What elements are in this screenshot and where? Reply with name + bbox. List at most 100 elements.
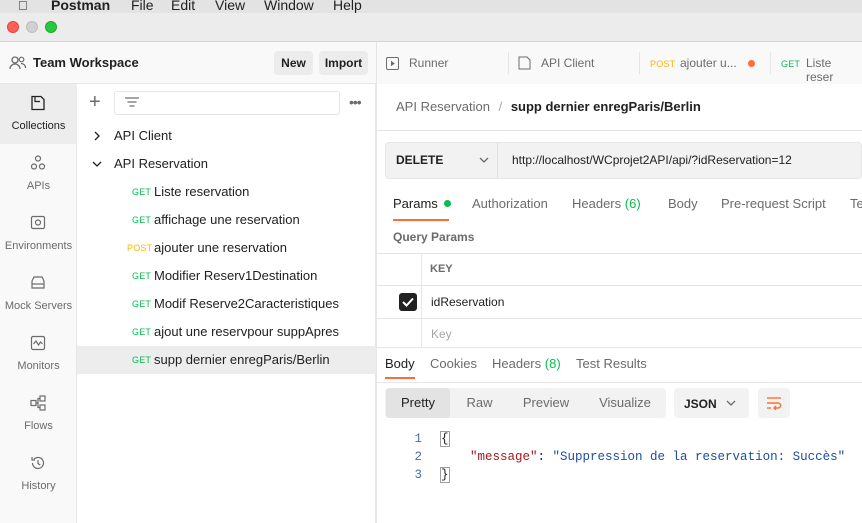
tab-liste[interactable]: GET Liste reser [771,42,862,84]
apple-icon[interactable]:  [18,0,28,12]
menu-view[interactable]: View [215,0,245,12]
menu-window[interactable]: Window [264,0,314,12]
query-params-title: Query Params [393,230,475,244]
request-item[interactable]: GET Modifier Reserv1Destination [77,262,376,290]
rail-label: Mock Servers [4,300,73,312]
response-tab-test-results[interactable]: Test Results [576,356,647,371]
collection-api-client[interactable]: API Client [77,122,376,150]
param-key-cell[interactable]: idReservation [431,295,504,309]
new-param-key-input[interactable]: Key [431,327,452,341]
json-open-brace: { [440,431,450,447]
request-item[interactable]: GET affichage une reservation [77,206,376,234]
menu-app-name[interactable]: Postman [51,0,110,12]
method-select[interactable]: DELETE [386,143,498,178]
menu-edit[interactable]: Edit [171,0,195,12]
menu-help[interactable]: Help [333,0,362,12]
runner-icon [386,57,399,70]
tab-authorization[interactable]: Authorization [472,196,548,211]
rail-history[interactable]: History [0,444,77,504]
zoom-window-button[interactable] [45,21,57,33]
more-options-icon[interactable]: ••• [349,94,362,110]
workspace-name[interactable]: Team Workspace [33,55,139,70]
rail-collections[interactable]: Collections [0,84,77,144]
rail-label: APIs [26,180,51,192]
chevron-down-icon [479,157,489,163]
request-method: GET [132,355,152,365]
tab-runner[interactable]: Runner [377,42,508,84]
new-button[interactable]: New [274,51,313,75]
tab-params[interactable]: Params [393,196,451,211]
team-icon [9,56,27,70]
rail-monitors[interactable]: Monitors [0,324,77,384]
breadcrumb-collection[interactable]: API Reservation [396,99,490,114]
wrap-lines-icon [767,397,782,410]
param-enabled-checkbox[interactable] [399,293,417,311]
tab-params-underline [393,219,449,221]
format-value: JSON [684,397,717,411]
line-number: 1 [414,432,422,446]
collection-filter-input[interactable] [114,91,340,115]
table-border [377,285,862,286]
filter-icon [125,97,139,107]
rail-environments[interactable]: Environments [0,204,77,264]
request-name: affichage une reservation [154,212,300,227]
tab-headers[interactable]: Headers (6) [572,196,641,211]
window-titlebar [0,13,862,42]
response-tab-headers[interactable]: Headers (8) [492,356,561,371]
tab-ajouter[interactable]: POST ajouter u... [640,42,770,84]
response-body-underline [385,377,415,379]
format-select[interactable]: JSON [674,388,749,418]
request-method: GET [132,215,152,225]
import-button[interactable]: Import [319,51,368,75]
request-name: ajout une reservpour suppApres [154,324,340,339]
request-method: GET [132,327,152,337]
request-name: supp dernier enregParis/Berlin [154,352,330,367]
collection-api-reservation[interactable]: API Reservation [77,150,376,178]
request-name: Liste reservation [154,184,250,199]
tab-body[interactable]: Body [668,196,698,211]
view-raw-button[interactable]: Raw [452,388,507,418]
rail-flows[interactable]: Flows [0,384,77,444]
json-key: "message" [470,450,538,464]
add-collection-icon[interactable]: + [89,91,101,113]
tab-pre-request-script[interactable]: Pre-request Script [721,196,826,211]
response-tab-body[interactable]: Body [385,356,415,371]
view-preview-button[interactable]: Preview [509,388,583,418]
request-item[interactable]: GET Modif Reserve2Caracteristiques [77,290,376,318]
request-name: Modifier Reserv1Destination [154,268,318,283]
tab-headers-label: Headers [572,196,622,211]
rail-mock-servers[interactable]: Mock Servers [0,264,77,324]
request-item[interactable]: GET Liste reservation [77,178,376,206]
response-tab-cookies[interactable]: Cookies [430,356,477,371]
headers-count: (6) [624,196,641,211]
rail-apis[interactable]: APIs [0,144,77,204]
tab-api-client[interactable]: API Client [509,42,639,84]
view-pretty-button[interactable]: Pretty [386,388,450,418]
rail-label: History [21,480,56,492]
tab-api-client-label: API Client [541,56,595,70]
tab-params-label: Params [393,196,438,211]
request-item[interactable]: POST ajouter une reservation [77,234,376,262]
collections-icon [31,95,45,111]
json-colon: : [537,450,553,464]
menu-file[interactable]: File [131,0,154,12]
request-name: Modif Reserve2Caracteristiques [154,296,339,311]
minimize-window-button[interactable] [26,21,38,33]
request-item-selected[interactable]: GET supp dernier enregParis/Berlin [77,346,376,374]
url-input[interactable]: http://localhost/WCprojet2API/api/?idRes… [512,153,792,167]
checkmark-icon [402,297,414,307]
request-item[interactable]: GET ajout une reservpour suppApres [77,318,376,346]
request-method: POST [127,243,153,253]
view-visualize-button[interactable]: Visualize [585,388,665,418]
json-close-brace: } [440,467,450,483]
table-border [377,347,862,348]
request-method: GET [132,187,152,197]
tab-tests[interactable]: Te [850,196,862,211]
breadcrumb-separator: / [498,99,503,114]
response-tabs-divider [377,382,862,383]
chevron-down-icon [92,161,102,167]
tab-get-method: GET [781,59,801,69]
wrap-lines-button[interactable] [758,388,790,418]
mock-servers-icon [31,276,45,289]
close-window-button[interactable] [7,21,19,33]
